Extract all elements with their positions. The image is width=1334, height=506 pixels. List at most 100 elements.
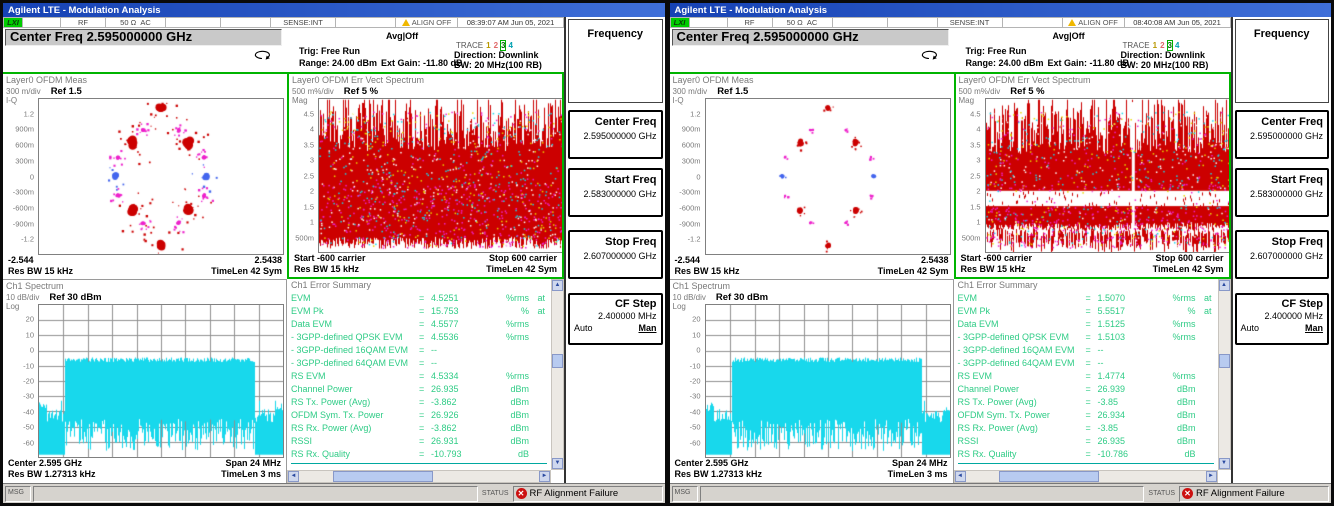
axis-tick: -10: [690, 361, 701, 370]
scroll-down-button[interactable]: ▼: [552, 458, 563, 469]
trace-1[interactable]: 1: [486, 41, 490, 50]
ext-gain-state: Ext Gain: -11.80 dB: [381, 58, 463, 68]
evm-stop-carrier: Stop 600 carrier: [1155, 253, 1223, 264]
summary-sextra: at: [1196, 292, 1212, 305]
summary-sval: 1.5103: [1098, 331, 1156, 344]
trace-4[interactable]: 4: [1175, 41, 1179, 50]
error-summary-row: EVM Pk=15.753%at: [291, 305, 547, 318]
summary-seq: =: [1086, 305, 1098, 318]
summary-sunit: [1156, 344, 1196, 357]
summary-sname: RSSI: [291, 435, 419, 448]
warning-icon: [1068, 19, 1076, 26]
trace-2[interactable]: 2: [494, 41, 498, 50]
trace-2[interactable]: 2: [1160, 41, 1164, 50]
scroll-up-button[interactable]: ▲: [1219, 280, 1230, 291]
constellation-res-bw: Res BW 15 kHz: [8, 266, 73, 277]
channel-spectrum-window[interactable]: Ch1 Spectrum 10 dB/divRef 30 dBm Log2010…: [3, 279, 287, 483]
softkey-cf-step[interactable]: CF Step 2.400000 MHz AutoMan: [1235, 293, 1330, 345]
spectrum-plot-frame: [705, 304, 951, 458]
error-summary-window[interactable]: Ch1 Error Summary EVM=1.5070%rmsatEVM Pk…: [954, 279, 1231, 483]
trace-3[interactable]: 3: [501, 41, 505, 50]
horizontal-scroll-thumb[interactable]: [333, 471, 433, 482]
constellation-window[interactable]: Layer0 OFDM Meas 300 m/divRef 1.5 I-Q1.2…: [3, 72, 287, 279]
axis-tick: 1.2: [24, 109, 34, 118]
error-summary-window[interactable]: Ch1 Error Summary EVM=4.5251%rmsatEVM Pk…: [287, 279, 564, 483]
softkey-stop-freq[interactable]: Stop Freq 2.607000000 GHz: [1235, 230, 1330, 279]
summary-sunit: dBm: [1156, 409, 1196, 422]
bandwidth-state: BW: 20 MHz(100 RB): [454, 60, 542, 70]
softkey-start-freq[interactable]: Start Freq 2.583000000 GHz: [1235, 168, 1330, 217]
cf-step-auto-option[interactable]: Auto: [574, 323, 593, 333]
scroll-down-button[interactable]: ▼: [1219, 458, 1230, 469]
vertical-scroll-track[interactable]: [1219, 291, 1230, 458]
constellation-axis-label: I-Q: [6, 96, 17, 105]
trace-3[interactable]: 3: [1168, 41, 1172, 50]
softkey-stop-freq[interactable]: Stop Freq 2.607000000 GHz: [568, 230, 663, 279]
vertical-scroll-track[interactable]: [552, 291, 563, 458]
summary-sval: 4.5536: [431, 331, 489, 344]
summary-sextra: [529, 318, 545, 331]
cf-step-auto-option[interactable]: Auto: [1241, 323, 1260, 333]
scroll-left-button[interactable]: ◄: [288, 471, 299, 482]
horizontal-scrollbar[interactable]: ◄ ►: [287, 470, 551, 483]
summary-sname: - 3GPP-defined 16QAM EVM: [291, 344, 419, 357]
summary-sval: 15.753: [431, 305, 489, 318]
vertical-scrollbar[interactable]: ▲ ▼: [551, 279, 564, 470]
evm-timelen: TimeLen 42 Sym: [1153, 264, 1224, 275]
horizontal-scrollbar[interactable]: ◄ ►: [954, 470, 1218, 483]
softkey-center-freq[interactable]: Center Freq 2.595000000 GHz: [1235, 110, 1330, 159]
horizontal-scroll-track[interactable]: [966, 471, 1206, 482]
scroll-left-button[interactable]: ◄: [955, 471, 966, 482]
trace-indicators: TRACE1234: [456, 41, 513, 50]
continuous-sweep-icon: [253, 49, 271, 62]
summary-sval: 1.5125: [1098, 318, 1156, 331]
summary-seq: =: [419, 331, 431, 344]
summary-sval: -3.862: [431, 396, 489, 409]
vertical-scroll-thumb[interactable]: [1219, 354, 1230, 368]
axis-tick: -20: [23, 377, 34, 386]
coupling-value: AC: [807, 18, 817, 27]
status-strip-blank: [336, 17, 396, 28]
window-titlebar[interactable]: Agilent LTE - Modulation Analysis: [3, 3, 665, 17]
scroll-right-button[interactable]: ►: [539, 471, 550, 482]
window-titlebar[interactable]: Agilent LTE - Modulation Analysis: [670, 3, 1332, 17]
evm-scale: 500 m%/div: [959, 87, 1001, 96]
impedance-value: 50 Ω: [787, 18, 803, 27]
summary-seq: =: [1086, 422, 1098, 435]
impedance-value: 50 Ω: [120, 18, 136, 27]
softkey-cf-step[interactable]: CF Step 2.400000 MHz AutoMan: [568, 293, 663, 345]
error-summary-row: EVM Pk=5.5517%at: [958, 305, 1214, 318]
bandwidth-state: BW: 20 MHz(100 RB): [1121, 60, 1209, 70]
softkey-start-freq[interactable]: Start Freq 2.583000000 GHz: [568, 168, 663, 217]
msg-label: MSG: [5, 486, 31, 502]
evm-stop-carrier: Stop 600 carrier: [489, 253, 557, 264]
summary-sval: 5.5517: [1098, 305, 1156, 318]
scroll-up-button[interactable]: ▲: [552, 280, 563, 291]
axis-tick: 1: [976, 218, 980, 227]
vertical-scroll-thumb[interactable]: [552, 354, 563, 368]
measurement-header: Center Freq 2.595000000 GHz Avg|Off TRAC…: [670, 28, 1231, 72]
scroll-right-button[interactable]: ►: [1206, 471, 1217, 482]
channel-spectrum-window[interactable]: Ch1 Spectrum 10 dB/divRef 30 dBm Log2010…: [670, 279, 954, 483]
trace-1[interactable]: 1: [1153, 41, 1157, 50]
cf-step-man-option[interactable]: Man: [1305, 323, 1323, 333]
evm-spectrum-window-selected[interactable]: Layer0 OFDM Err Vect Spectrum 500 m%/div…: [954, 72, 1231, 279]
vertical-scrollbar[interactable]: ▲ ▼: [1218, 279, 1231, 470]
spectrum-scale: 10 dB/div: [673, 293, 706, 302]
axis-tick: 20: [692, 315, 700, 324]
axis-tick: 3.5: [304, 140, 314, 149]
summary-sval: 26.935: [1098, 435, 1156, 448]
horizontal-scroll-thumb[interactable]: [999, 471, 1099, 482]
trace-4[interactable]: 4: [508, 41, 512, 50]
window-title: Agilent LTE - Modulation Analysis: [675, 5, 828, 16]
align-status-text: ALIGN OFF: [412, 18, 452, 27]
horizontal-scroll-track[interactable]: [299, 471, 539, 482]
evm-spectrum-window-selected[interactable]: Layer0 OFDM Err Vect Spectrum 500 m%/div…: [287, 72, 564, 279]
softkey-center-freq[interactable]: Center Freq 2.595000000 GHz: [568, 110, 663, 159]
constellation-window[interactable]: Layer0 OFDM Meas 300 m/divRef 1.5 I-Q1.2…: [670, 72, 954, 279]
cf-step-man-option[interactable]: Man: [639, 323, 657, 333]
error-summary-table: EVM=4.5251%rmsatEVM Pk=15.753%atData EVM…: [291, 292, 547, 461]
spectrum-y-axis: Log20100-10-20-30-40-50-60: [673, 304, 705, 458]
summary-sunit: [489, 357, 529, 370]
evm-plot-frame: [318, 98, 563, 253]
